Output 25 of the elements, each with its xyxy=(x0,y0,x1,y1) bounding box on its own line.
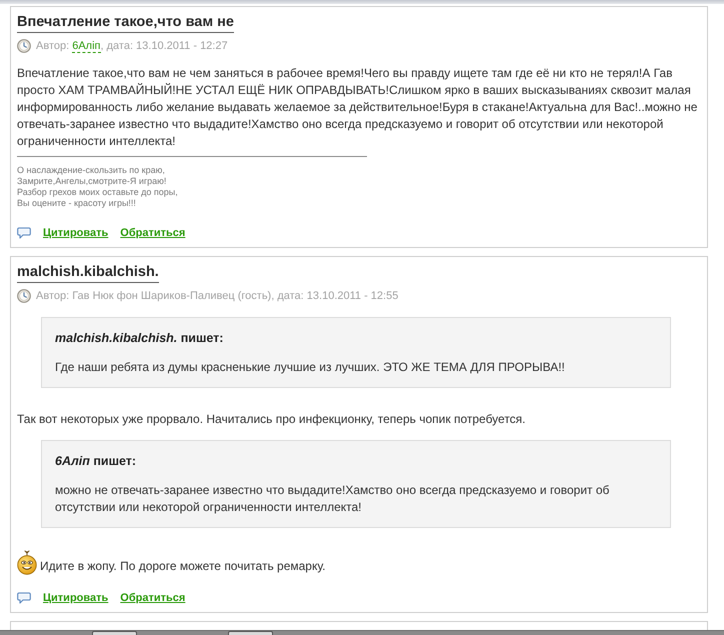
author-name: Гав Нюк фон Шариков-Паливец (гость) xyxy=(72,290,272,302)
reply-link[interactable]: Обратиться xyxy=(120,592,186,604)
post-text: Идите в жопу. По дороге можете почитать ремарку. xyxy=(40,558,326,575)
post-text: Впечатление такое,что вам не чем заняться в рабочее время!Чего вы правду ищете там где её ни кто не терял!А Гав просто ХАМ ТРАМВАЙНЫЙ!НЕ УСТАЛ ЕЩЁ НИК ОПРАВДЫВАТЬ!Слишком ярко в ваших высказываниях сквозит малая информированность либо желание выдавать желаемое за действительное!Буря в стакане!Актуальна для Вас!..можно не отвечать-заранее известно что выдадите!Хамство оно всегда предсказуемо и говорит об отсутствии или некоторой ограниченности интеллекта! xyxy=(17,65,698,150)
post-meta: Автор: Гав Нюк фон Шариков-Паливец (гость), дата: 13.10.2011 - 12:55 xyxy=(36,290,398,302)
quote-link[interactable]: Цитировать xyxy=(43,227,108,239)
quote-text: Где наши ребята из думы красненькие лучшие из лучших. ЭТО ЖЕ ТЕМА ДЛЯ ПРОРЫВА!! xyxy=(55,359,566,376)
quote-author: 6Аліп пишет: xyxy=(55,453,138,469)
quote-author: malchish.kibalchish. пишет: xyxy=(55,330,224,346)
quote-link[interactable]: Цитировать xyxy=(43,592,108,604)
post-text: Так вот некоторых уже прорвало. Начитались про инфекционку, теперь чопик потребуется. xyxy=(17,411,527,428)
toolbar-tab[interactable] xyxy=(228,631,273,635)
speech-bubble-icon xyxy=(17,592,31,604)
signature-text: О наслаждение-скользить по краю, Замрите,Ангелы,смотрите-Я играю! Разбор грехов моих оставьте до поры, Вы оцените - красоту игры!!! xyxy=(17,165,179,209)
post-title: malchish.kibalchish. xyxy=(17,264,159,283)
speech-bubble-icon xyxy=(17,227,31,239)
clock-icon xyxy=(17,289,31,303)
post-title: Впечатление такое,что вам не xyxy=(17,14,234,33)
quote-text: можно не отвечать-заранее известно что выдадите!Хамство оно всегда предсказуемо и говорит об отсутствии или некоторой ограниченности интеллекта! xyxy=(55,482,610,516)
post-meta: Автор: 6Аліп, дата: 13.10.2011 - 12:27 xyxy=(36,40,228,52)
author-link[interactable]: 6Аліп xyxy=(72,40,100,53)
toolbar-tab[interactable] xyxy=(92,631,137,635)
clock-icon xyxy=(17,39,31,53)
grinning-smiley-icon xyxy=(17,550,37,575)
reply-link[interactable]: Обратиться xyxy=(120,227,186,239)
